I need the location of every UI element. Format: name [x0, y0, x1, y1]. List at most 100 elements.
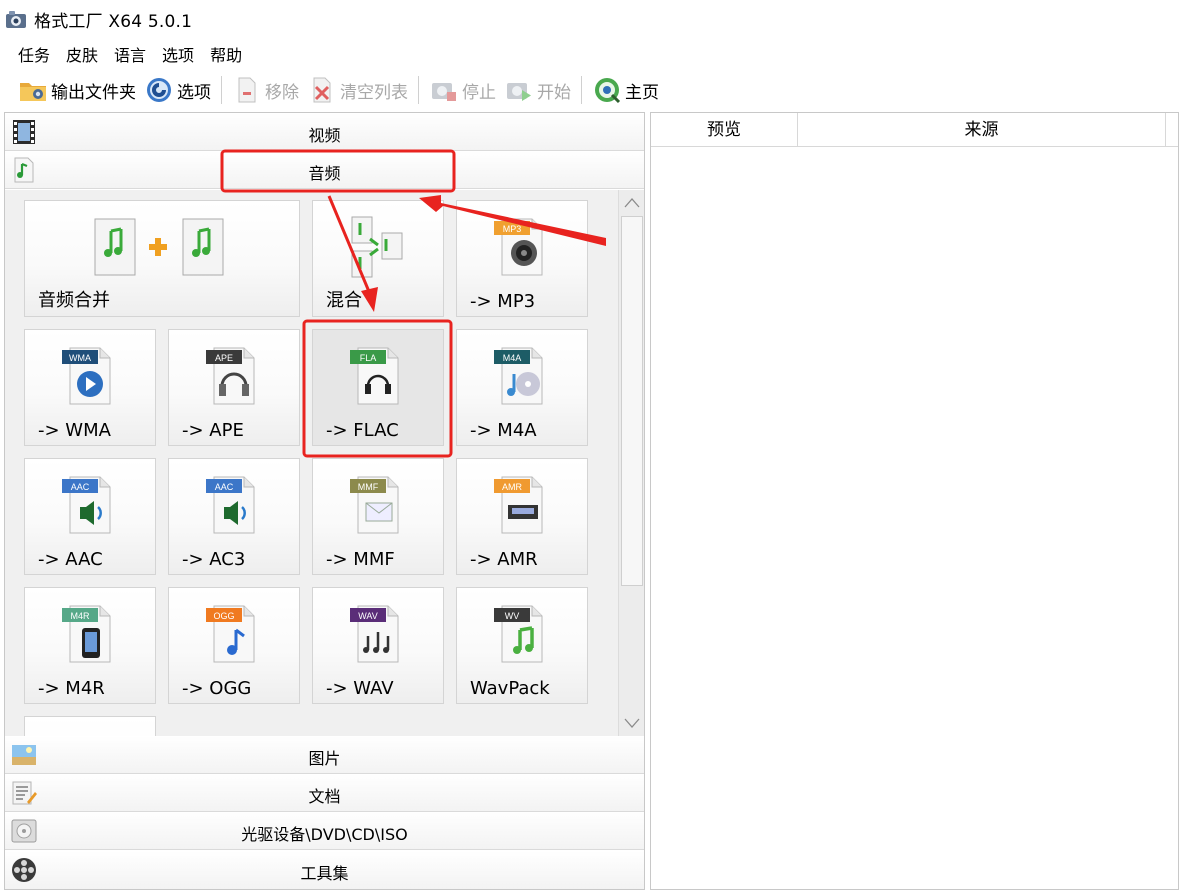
tile-wma-label: -> WMA	[38, 420, 111, 441]
category-picture-label: 图片	[308, 749, 341, 768]
tile-mp3[interactable]: MP3 -> MP3	[456, 200, 588, 317]
menu-options[interactable]: 选项	[154, 40, 202, 68]
mmf-badge-text: MMF	[358, 482, 379, 492]
column-header-source[interactable]: 来源	[798, 113, 1166, 147]
ogg-file-icon: OGG	[206, 605, 255, 663]
toolbar: 输出文件夹 选项 移除 清空列表 停止 开始 主页	[0, 70, 1179, 110]
format-factory-logo-icon	[6, 11, 26, 28]
tile-ac3-label: -> AC3	[182, 549, 246, 570]
category-video-label: 视频	[308, 126, 341, 145]
ac3-file-icon: AAC	[206, 476, 255, 534]
options-button[interactable]: 选项	[140, 73, 215, 107]
tile-partial-next[interactable]	[24, 716, 156, 736]
menu-language[interactable]: 语言	[106, 40, 154, 68]
menu-bar: 任务 皮肤 语言 选项 帮助	[0, 40, 250, 68]
tile-wavpack[interactable]: WV WavPack	[456, 587, 588, 704]
remove-label: 移除	[265, 82, 299, 103]
tile-merge[interactable]: 音频合并	[24, 200, 300, 317]
tile-wma[interactable]: WMA -> WMA	[24, 329, 156, 446]
ape-file-icon: APE	[206, 347, 255, 405]
tile-amr[interactable]: AMR -> AMR	[456, 458, 588, 575]
output-folder-label: 输出文件夹	[51, 82, 136, 103]
stop-label: 停止	[462, 82, 496, 103]
scrollbar-thumb[interactable]	[621, 216, 643, 586]
tile-flac[interactable]: FLA -> FLAC	[312, 329, 444, 446]
tile-wav-label: -> WAV	[326, 678, 394, 699]
clear-list-label: 清空列表	[340, 82, 408, 103]
category-tools-label: 工具集	[300, 864, 349, 883]
start-button[interactable]: 开始	[500, 73, 575, 107]
aac-file-icon: AAC	[62, 476, 111, 534]
options-gear-icon	[147, 78, 171, 102]
function-panel: 视频 音频 音频合并 混合 MP3 -> MP3 WMA -> WMA APE -> APE F…	[4, 112, 645, 890]
audio-merge-icon	[94, 218, 224, 276]
column-header-preview[interactable]: 预览	[651, 113, 798, 147]
wavpack-file-icon: WV	[494, 605, 543, 663]
task-table-header: 预览 来源	[651, 113, 1178, 147]
tile-m4r-label: -> M4R	[38, 678, 105, 699]
tile-merge-label: 音频合并	[38, 290, 110, 311]
category-disc-label: 光驱设备\DVD\CD\ISO	[241, 825, 408, 844]
remove-button[interactable]: 移除	[228, 73, 303, 107]
tile-aac[interactable]: AAC -> AAC	[24, 458, 156, 575]
tile-flac-label: -> FLAC	[326, 420, 399, 441]
tile-wav[interactable]: WAV -> WAV	[312, 587, 444, 704]
wma-badge-text: WMA	[69, 353, 91, 363]
start-icon	[507, 83, 531, 101]
tile-mmf-label: -> MMF	[326, 549, 395, 570]
tile-ogg-label: -> OGG	[182, 678, 252, 699]
window-title: 格式工厂 X64 5.0.1	[34, 11, 193, 32]
flac-file-icon: FLA	[350, 347, 399, 405]
grid-scrollbar[interactable]	[618, 190, 644, 736]
wma-file-icon: WMA	[62, 347, 111, 405]
category-picture[interactable]: 图片	[5, 736, 644, 774]
m4a-file-icon: M4A	[494, 347, 543, 405]
category-document[interactable]: 文档	[5, 774, 644, 812]
amr-badge-text: AMR	[502, 482, 523, 492]
tile-mmf[interactable]: MMF -> MMF	[312, 458, 444, 575]
output-folder-button[interactable]: 输出文件夹	[14, 73, 140, 107]
category-audio-label: 音频	[308, 164, 341, 183]
mp3-badge-text: MP3	[503, 224, 522, 234]
tile-m4r[interactable]: M4R -> M4R	[24, 587, 156, 704]
remove-document-icon	[238, 77, 256, 103]
tile-ape[interactable]: APE -> APE	[168, 329, 300, 446]
category-disc[interactable]: 光驱设备\DVD\CD\ISO	[5, 812, 644, 850]
format-factory-window: 格式工厂 X64 5.0.1 任务 皮肤 语言 选项 帮助 输出文件夹 选项 移…	[0, 0, 1179, 892]
clear-list-button[interactable]: 清空列表	[303, 73, 412, 107]
home-button[interactable]: 主页	[588, 73, 663, 107]
audio-mix-icon	[351, 216, 403, 278]
category-audio[interactable]: 音频	[5, 151, 644, 189]
scroll-down-arrow-icon[interactable]	[621, 712, 643, 734]
clear-list-icon	[313, 77, 331, 103]
wavpack-badge-text: WV	[505, 611, 520, 621]
tile-amr-label: -> AMR	[470, 549, 538, 570]
tile-m4a-label: -> M4A	[470, 420, 537, 441]
m4a-badge-text: M4A	[503, 353, 522, 363]
tile-mix[interactable]: 混合	[312, 200, 444, 317]
menu-skin[interactable]: 皮肤	[58, 40, 106, 68]
scroll-up-arrow-icon[interactable]	[621, 192, 643, 214]
toolbar-divider	[221, 76, 222, 104]
mmf-file-icon: MMF	[350, 476, 399, 534]
options-label: 选项	[177, 82, 211, 103]
menu-help[interactable]: 帮助	[202, 40, 250, 68]
tile-ape-label: -> APE	[182, 420, 244, 441]
tile-mix-label: 混合	[326, 290, 362, 311]
tile-m4a[interactable]: M4A -> M4A	[456, 329, 588, 446]
start-label: 开始	[537, 82, 571, 103]
category-video[interactable]: 视频	[5, 113, 644, 151]
category-tools[interactable]: 工具集	[5, 851, 644, 889]
tile-ogg[interactable]: OGG -> OGG	[168, 587, 300, 704]
stop-button[interactable]: 停止	[425, 73, 500, 107]
mp3-file-icon: MP3	[494, 218, 543, 276]
tile-ac3[interactable]: AAC -> AC3	[168, 458, 300, 575]
category-document-label: 文档	[308, 787, 341, 806]
stop-icon	[432, 83, 456, 101]
m4r-file-icon: M4R	[62, 605, 111, 663]
folder-icon	[20, 83, 46, 101]
menu-task[interactable]: 任务	[10, 40, 58, 68]
aac-badge-text: AAC	[71, 482, 90, 492]
flac-badge-text: FLA	[360, 353, 377, 363]
m4r-badge-text: M4R	[70, 611, 90, 621]
